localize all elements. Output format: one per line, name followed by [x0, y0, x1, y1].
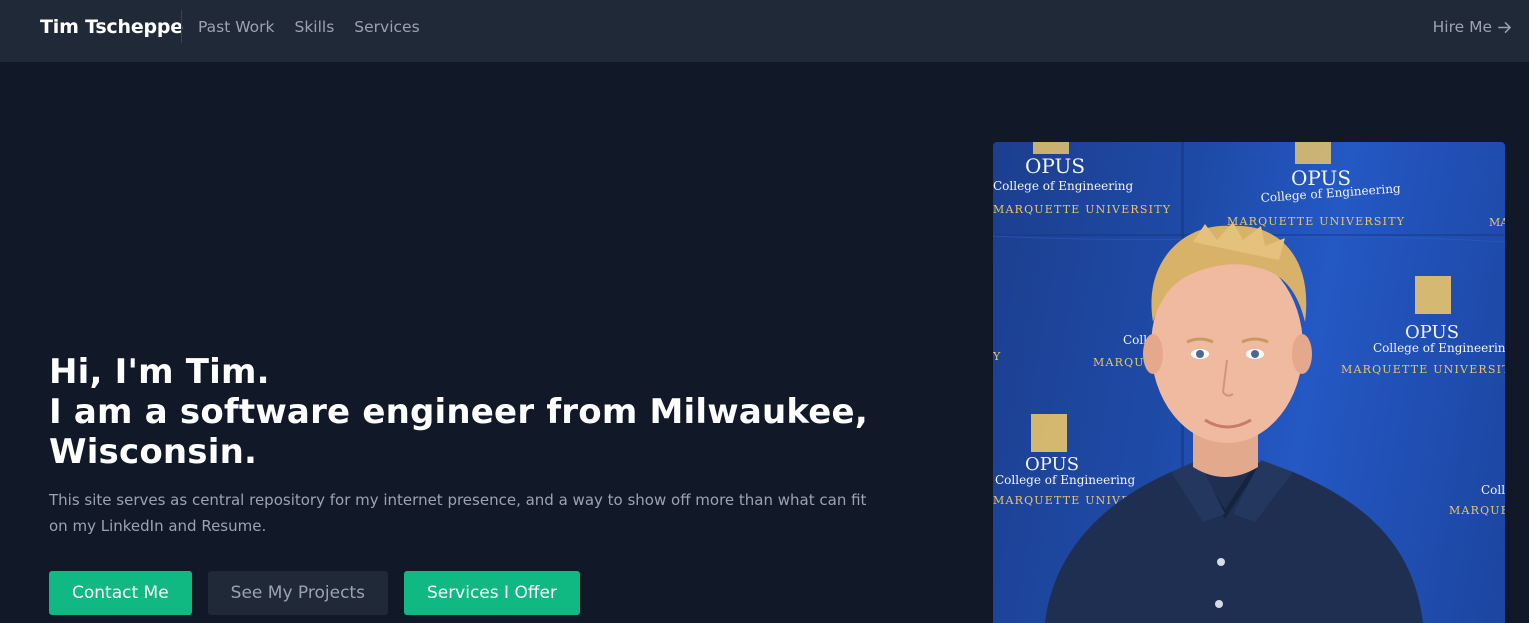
svg-text:College of Engineering: College of Engineering	[995, 473, 1136, 487]
profile-photo: OPUS College of Engineering MARQUETTE UN…	[993, 142, 1505, 623]
hero-headline: Hi, I'm Tim. I am a software engineer fr…	[49, 352, 909, 472]
svg-text:OPUS: OPUS	[1405, 322, 1459, 343]
profile-photo-illustration: OPUS College of Engineering MARQUETTE UN…	[993, 142, 1505, 623]
hero-buttons: Contact Me See My Projects Services I Of…	[49, 571, 580, 615]
hire-me-link[interactable]: Hire Me	[1433, 0, 1512, 54]
svg-text:College of Engineering: College of Engineering	[993, 179, 1134, 193]
services-offer-button[interactable]: Services I Offer	[403, 571, 580, 615]
svg-text:College of Engineering: College of Engineering	[1373, 341, 1505, 355]
svg-text:OPUS: OPUS	[1025, 454, 1079, 475]
hero-description: This site serves as central repository f…	[49, 491, 867, 535]
headline-location: Wisconsin.	[49, 432, 258, 472]
navbar: Tim Tscheppe Past Work Skills Services H…	[0, 0, 1529, 62]
backdrop-logo: OPUS College of Engineering MARQUETTE UN…	[1227, 142, 1405, 228]
nav-link-past-work[interactable]: Past Work	[198, 18, 274, 36]
see-projects-button[interactable]: See My Projects	[207, 571, 388, 615]
svg-text:MARQUETTE UNIVERSITY: MARQUETTE UNIVERSITY	[1341, 363, 1505, 376]
contact-me-button[interactable]: Contact Me	[49, 571, 192, 615]
arrow-right-icon	[1498, 21, 1511, 33]
svg-text:MARQUE: MARQUE	[1449, 504, 1505, 517]
brand-logo[interactable]: Tim Tscheppe	[40, 0, 183, 54]
svg-text:OPUS: OPUS	[1025, 154, 1085, 178]
nav-link-skills[interactable]: Skills	[294, 18, 334, 36]
svg-text:MARQUETTE UNIVERSITY: MARQUETTE UNIVERSITY	[1227, 215, 1405, 228]
hire-me-label: Hire Me	[1432, 18, 1492, 36]
nav-divider	[181, 10, 182, 43]
headline-greeting: Hi, I'm Tim.	[49, 352, 270, 392]
svg-text:Y: Y	[993, 350, 1001, 363]
svg-text:Colle: Colle	[1481, 483, 1505, 497]
backdrop-logo: OPUS College of Engineering MARQUETTE UN…	[1341, 276, 1505, 376]
nav-links: Past Work Skills Services	[198, 0, 440, 54]
headline-tagline: I am a software engineer from Milwaukee,	[49, 392, 868, 432]
svg-text:MARQUETTE UNIVERSITY: MARQUETTE UNIVERSITY	[993, 203, 1171, 216]
backdrop-logo: OPUS College of Engineering MARQUETTE UN…	[993, 142, 1171, 216]
svg-text:MA: MA	[1489, 216, 1505, 229]
hero-section: Hi, I'm Tim. I am a software engineer fr…	[49, 352, 909, 539]
nav-link-services[interactable]: Services	[354, 18, 419, 36]
